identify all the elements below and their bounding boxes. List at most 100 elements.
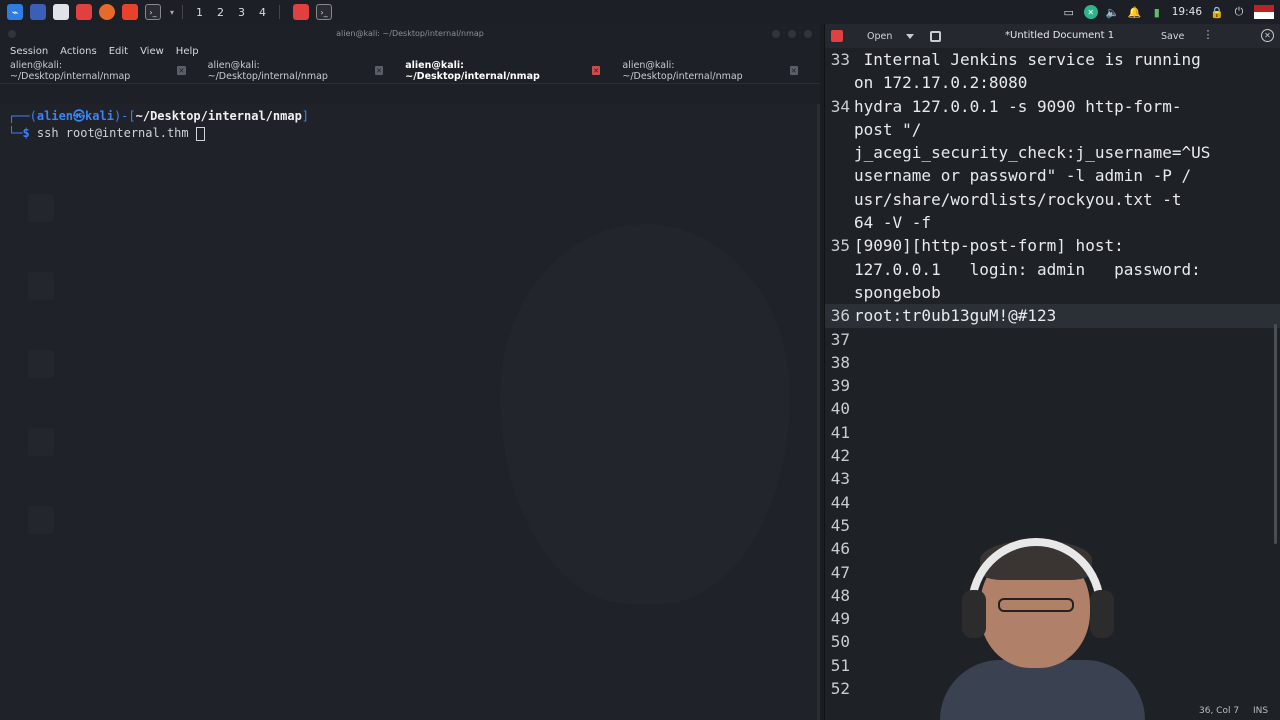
editor-line[interactable]: 42 — [825, 444, 1280, 467]
close-tab-icon[interactable]: ✕ — [177, 66, 186, 75]
editor-line[interactable]: spongebob — [825, 281, 1280, 304]
editor-line[interactable]: post "/ — [825, 118, 1280, 141]
kali-menu-icon[interactable]: ⌁ — [7, 4, 23, 20]
editor-line[interactable]: usr/share/wordlists/rockyou.txt -t — [825, 188, 1280, 211]
line-number: 36 — [830, 306, 850, 326]
line-number: 39 — [830, 376, 850, 396]
editor-line[interactable]: 36 root:tr0ub13guM!@#123 — [825, 304, 1280, 328]
menu-session[interactable]: Session — [10, 46, 48, 57]
line-number: 45 — [830, 515, 850, 535]
text-editor-task-icon[interactable] — [293, 4, 309, 20]
top-taskbar: ⌁ ›_ ▾ 1 2 3 4 ›_ ▭ ✕ 🔈 🔔 ▮ 19:46 🔒 ⏻ — [0, 0, 1280, 24]
prompt-prefix: ┌──( — [8, 109, 37, 123]
insert-mode[interactable]: INS — [1253, 706, 1268, 716]
minimize-icon[interactable] — [772, 30, 780, 38]
workspace-2[interactable]: 2 — [210, 6, 231, 19]
volume-icon[interactable]: 🔈 — [1106, 5, 1120, 19]
close-tab-icon[interactable]: ✕ — [592, 66, 601, 75]
line-text — [850, 397, 854, 420]
line-number: 35 — [830, 236, 850, 256]
save-button[interactable]: Save — [1161, 31, 1184, 42]
hamburger-menu-icon[interactable]: ⋮ — [1202, 29, 1214, 41]
line-number: 41 — [830, 422, 850, 442]
editor-line[interactable]: 43 — [825, 467, 1280, 490]
menu-view[interactable]: View — [140, 46, 164, 57]
terminal-tab-1[interactable]: alien@kali: ~/Desktop/internal/nmap ✕ — [10, 60, 186, 82]
close-tab-icon[interactable]: ✕ — [789, 66, 799, 75]
line-text: hydra 127.0.0.1 -s 9090 http-form- — [854, 96, 1182, 116]
workspace-4[interactable]: 4 — [252, 6, 273, 19]
clock[interactable]: 19:46 — [1172, 6, 1202, 18]
divider — [279, 5, 280, 19]
brave-icon[interactable] — [122, 4, 138, 20]
open-dropdown-icon[interactable] — [906, 33, 915, 39]
tab-label: alien@kali: ~/Desktop/internal/nmap — [405, 59, 540, 82]
line-number: 43 — [830, 469, 850, 489]
command-line[interactable]: └─$ ssh root@internal.thm — [8, 126, 812, 141]
terminal-icon[interactable]: ›_ — [145, 4, 161, 20]
line-number — [825, 281, 850, 304]
line-number — [825, 71, 850, 94]
line-number: 37 — [830, 329, 850, 349]
line-text — [850, 514, 854, 537]
editor-line[interactable]: on 172.17.0.2:8080 — [825, 71, 1280, 94]
editor-line[interactable]: 37 — [825, 328, 1280, 351]
open-button[interactable]: Open — [867, 31, 892, 42]
tab-label: alien@kali: ~/Desktop/internal/nmap — [10, 59, 131, 82]
workspace-1[interactable]: 1 — [189, 6, 210, 19]
terminal-tab-2[interactable]: alien@kali: ~/Desktop/internal/nmap ✕ — [208, 60, 384, 82]
menu-edit[interactable]: Edit — [109, 46, 128, 57]
editor-line[interactable]: 127.0.0.1 login: admin password: — [825, 258, 1280, 281]
battery-icon[interactable]: ▮ — [1150, 5, 1164, 19]
close-icon[interactable] — [804, 30, 812, 38]
lock-icon[interactable]: 🔒 — [1210, 5, 1224, 19]
maximize-icon[interactable] — [788, 30, 796, 38]
editor-line[interactable]: username or password" -l admin -P / — [825, 164, 1280, 187]
app-indicator-icon[interactable]: ✕ — [1083, 5, 1098, 19]
editor-line[interactable]: 35 [9090][http-post-form] host: — [825, 234, 1280, 257]
editor-line[interactable]: 34 hydra 127.0.0.1 -s 9090 http-form- — [825, 95, 1280, 118]
terminal-menubar: Session Actions Edit View Help — [0, 44, 820, 58]
file-manager-icon[interactable] — [53, 4, 69, 20]
close-tab-icon[interactable]: ✕ — [374, 66, 384, 75]
line-text: [9090][http-post-form] host: — [854, 236, 1124, 256]
workspace-3[interactable]: 3 — [231, 6, 252, 19]
terminal-tab-4[interactable]: alien@kali: ~/Desktop/internal/nmap ✕ — [622, 60, 799, 82]
window-menu-icon[interactable] — [8, 30, 16, 38]
editor-line[interactable]: 40 — [825, 397, 1280, 420]
editor-line[interactable]: 39 — [825, 374, 1280, 397]
power-icon[interactable]: ⏻ — [1232, 5, 1246, 19]
text-editor-icon[interactable] — [76, 4, 92, 20]
text-cursor — [195, 126, 205, 141]
prompt-separator: )-[ — [113, 109, 136, 123]
chevron-down-icon[interactable]: ▾ — [168, 4, 176, 20]
line-text: 64 -V -f — [854, 213, 932, 233]
notification-bell-icon[interactable]: 🔔 — [1128, 5, 1142, 19]
line-text: post "/ — [854, 119, 922, 139]
flag-icon[interactable] — [1254, 5, 1274, 19]
editor-line[interactable]: 44 — [825, 491, 1280, 514]
desktop-icon[interactable] — [30, 4, 46, 20]
line-number: 40 — [830, 399, 850, 419]
menu-actions[interactable]: Actions — [60, 46, 97, 57]
terminal-output[interactable]: ┌──(alien㉿kali)-[~/Desktop/internal/nmap… — [0, 104, 820, 720]
line-text — [850, 444, 854, 467]
terminal-window: alien@kali: ~/Desktop/internal/nmap Sess… — [0, 24, 820, 720]
command-text: ssh root@internal.thm — [29, 126, 196, 140]
editor-line[interactable]: 38 — [825, 351, 1280, 374]
system-tray: ▭ ✕ 🔈 🔔 ▮ 19:46 🔒 ⏻ — [1062, 0, 1274, 24]
terminal-task-icon[interactable]: ›_ — [316, 4, 332, 20]
new-tab-icon[interactable] — [930, 30, 942, 42]
editor-line[interactable]: j_acegi_security_check:j_username=^US — [825, 141, 1280, 164]
editor-line[interactable]: 33 Internal Jenkins service is running — [825, 48, 1280, 71]
editor-scrollbar[interactable] — [1274, 324, 1277, 544]
editor-line[interactable]: 41 — [825, 421, 1280, 444]
editor-line[interactable]: 64 -V -f — [825, 211, 1280, 234]
prompt-dollar: $ — [22, 126, 30, 140]
terminal-scrollbar[interactable] — [817, 104, 820, 720]
menu-help[interactable]: Help — [176, 46, 199, 57]
firefox-icon[interactable] — [99, 4, 115, 20]
terminal-tab-3[interactable]: alien@kali: ~/Desktop/internal/nmap ✕ — [405, 59, 601, 82]
window-icon[interactable]: ▭ — [1062, 5, 1076, 19]
close-icon[interactable]: ✕ — [1261, 29, 1274, 42]
